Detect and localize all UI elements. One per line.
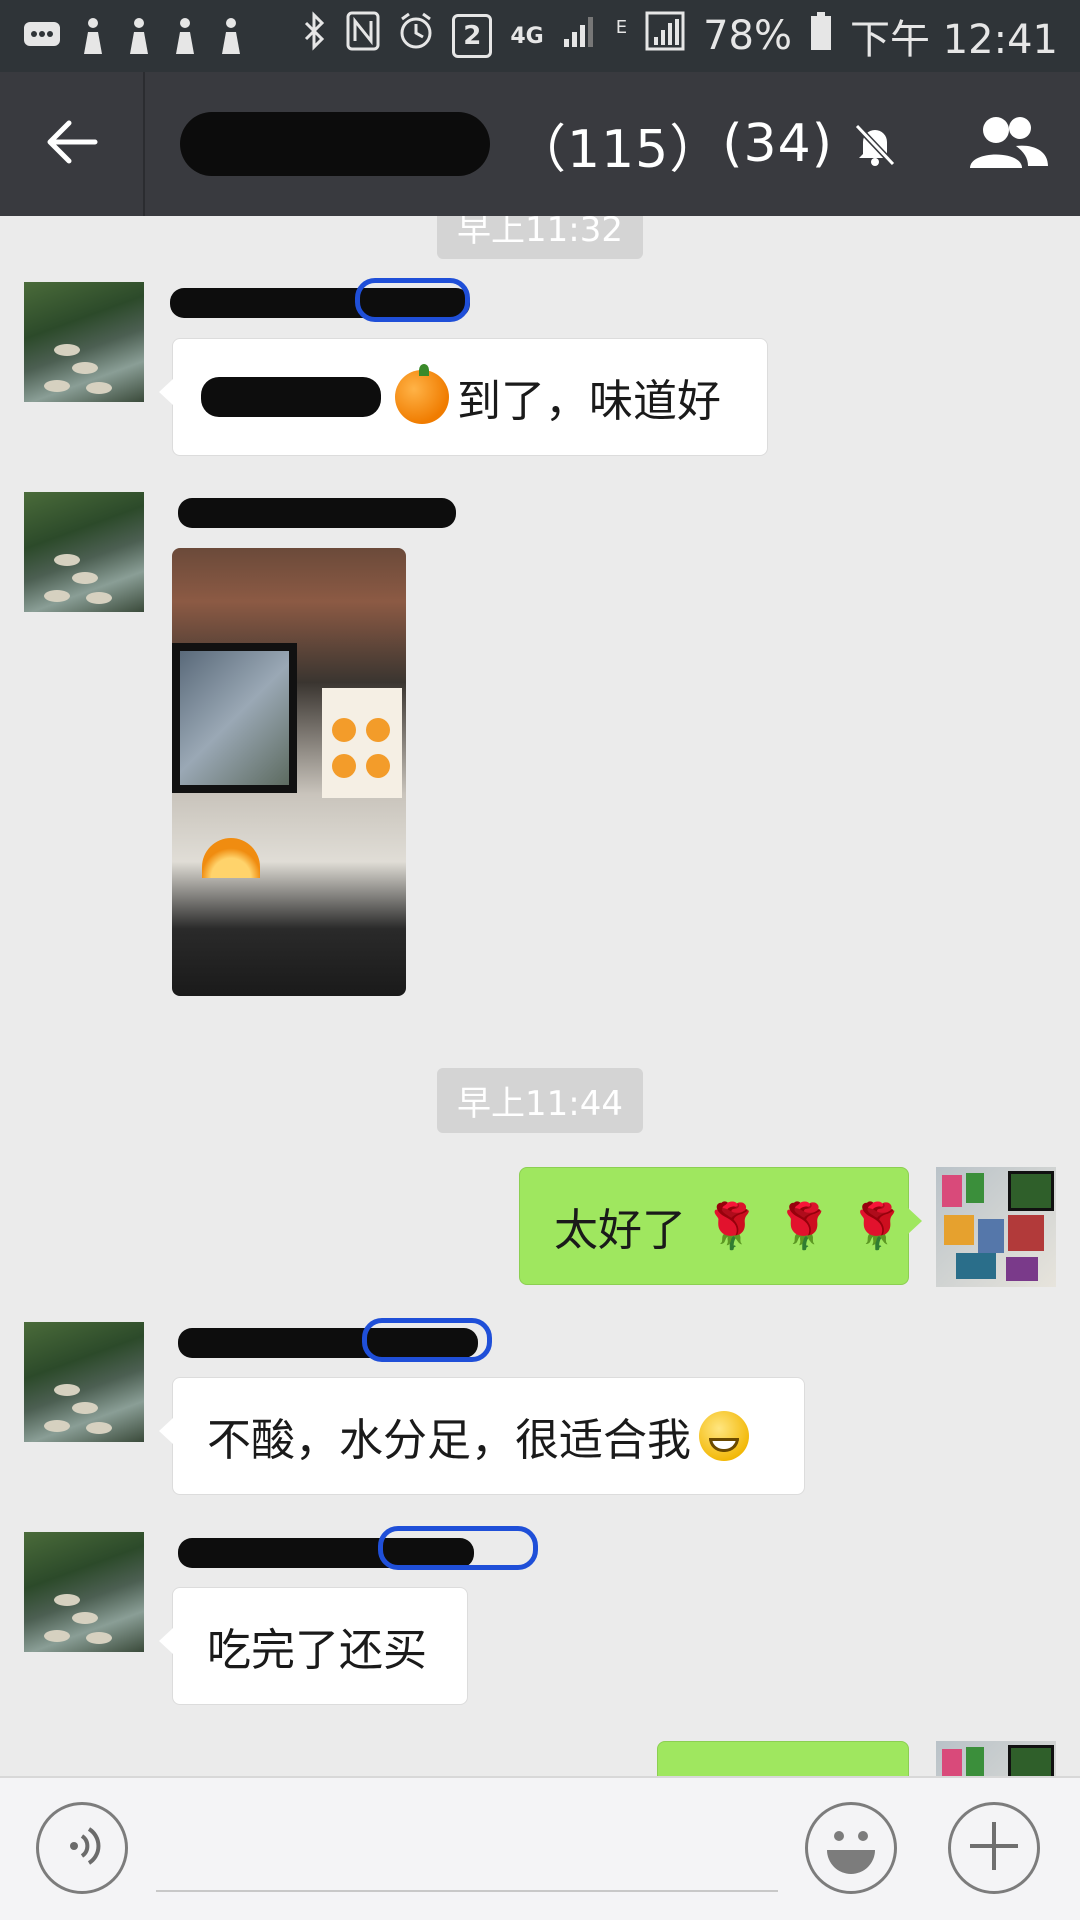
rose-emoji-icon: 🌹 xyxy=(704,1201,759,1252)
group-name-redacted xyxy=(180,112,490,176)
app-notification-icon xyxy=(216,16,246,56)
sender-name-redacted xyxy=(178,498,456,528)
app-notification-icon xyxy=(78,16,108,56)
signal-strength-icon-2 xyxy=(645,11,685,61)
message-bubble[interactable]: 到了，味道好 xyxy=(159,338,768,456)
emoji-button[interactable] xyxy=(805,1802,897,1894)
alarm-icon xyxy=(398,11,434,61)
avatar[interactable] xyxy=(24,282,144,402)
redacted-mention xyxy=(201,377,381,417)
input-bar xyxy=(0,1776,1080,1920)
battery-percent: 78% xyxy=(703,13,792,59)
message-bubble-sent[interactable]: 太好了 🌹 🌹 🌹 xyxy=(519,1167,922,1285)
rose-emoji-icon: 🌹 xyxy=(849,1201,905,1252)
plus-icon xyxy=(966,1818,1022,1878)
network-type: 4G xyxy=(510,23,544,49)
app-notification-icon xyxy=(170,16,200,56)
nfc-icon xyxy=(346,11,380,61)
avatar-self[interactable] xyxy=(936,1741,1056,1776)
message-notification-icon xyxy=(22,20,62,52)
voice-button[interactable] xyxy=(36,1802,128,1894)
rose-emoji-icon: 🌹 xyxy=(776,1201,832,1252)
orange-emoji-icon xyxy=(395,364,449,424)
avatar[interactable] xyxy=(24,1532,144,1652)
group-members-button[interactable] xyxy=(966,112,1050,176)
message-text: 吃完了还买 xyxy=(207,1625,427,1676)
back-arrow-icon xyxy=(45,119,99,169)
unread-count: (34) xyxy=(722,114,834,174)
message-bubble[interactable]: 不酸，水分足，很适合我 xyxy=(159,1377,805,1495)
sim-slot-icon: 2 xyxy=(452,14,493,58)
back-button[interactable] xyxy=(0,72,145,216)
redaction-scribble xyxy=(378,1526,538,1570)
more-options-button[interactable] xyxy=(948,1802,1040,1894)
message-text: 太好了 xyxy=(554,1205,686,1256)
edge-network-label: E xyxy=(615,17,628,38)
bluetooth-icon xyxy=(302,11,328,61)
message-list[interactable]: 早上11:32 到了，味道好 早上11:44 太好了 🌹 🌹 🌹 不酸，水分足，… xyxy=(0,216,1080,1776)
battery-icon xyxy=(810,11,832,61)
image-message[interactable] xyxy=(172,548,406,996)
message-bubble[interactable]: 吃完了还买 xyxy=(159,1587,468,1705)
avatar[interactable] xyxy=(24,492,144,612)
message-input[interactable] xyxy=(156,1890,778,1892)
avatar[interactable] xyxy=(24,1322,144,1442)
bell-off-icon xyxy=(851,120,899,168)
clock: 下午 12:41 xyxy=(850,17,1058,63)
status-bar: 2 4G E 78% 下午 12:41 xyxy=(0,0,1080,72)
emoji-icon xyxy=(805,1800,897,1896)
message-bubble-sent[interactable] xyxy=(657,1741,909,1776)
chat-header: （115） (34) xyxy=(0,72,1080,216)
voice-icon xyxy=(62,1823,102,1873)
timestamp-chip: 早上11:32 xyxy=(437,216,643,259)
signal-strength-icon xyxy=(562,13,598,59)
avatar-self[interactable] xyxy=(936,1167,1056,1287)
group-members-icon xyxy=(966,112,1050,176)
message-text: 不酸，水分足，很适合我 xyxy=(207,1415,691,1466)
member-count: （115） xyxy=(514,119,723,180)
app-notification-icon xyxy=(124,16,154,56)
redaction-scribble xyxy=(362,1318,492,1362)
timestamp-chip: 早上11:44 xyxy=(437,1068,643,1133)
redaction-scribble xyxy=(355,278,470,322)
message-text: 到了，味道好 xyxy=(457,376,721,427)
grinning-emoji-icon xyxy=(699,1411,749,1461)
